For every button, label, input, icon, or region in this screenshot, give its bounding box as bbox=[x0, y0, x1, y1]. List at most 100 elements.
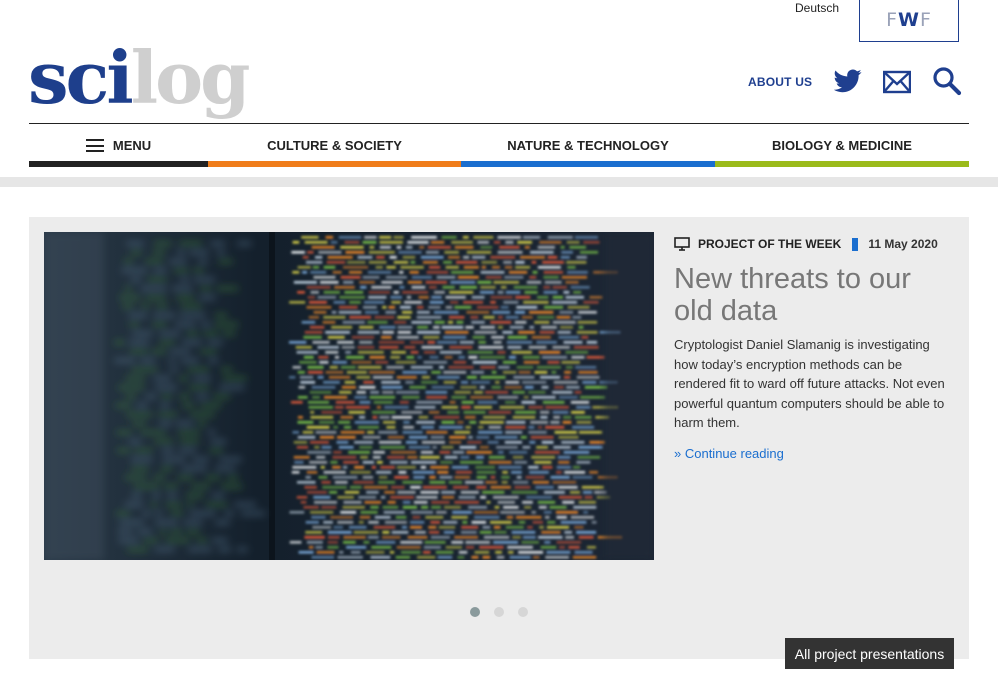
code-glyph bbox=[499, 246, 520, 249]
code-glyph bbox=[479, 531, 492, 534]
code-glyph bbox=[369, 396, 396, 399]
code-glyph bbox=[321, 481, 331, 484]
nav-nature-technology[interactable]: NATURE & TECHNOLOGY bbox=[461, 124, 715, 167]
code-glyph bbox=[368, 296, 387, 299]
blurred-code-glyph bbox=[186, 530, 200, 533]
fwf-partner-logo[interactable]: FWF bbox=[859, 0, 959, 42]
code-glyph bbox=[368, 371, 395, 374]
code-glyph bbox=[343, 461, 359, 464]
code-glyph bbox=[354, 396, 367, 399]
code-glyph bbox=[379, 326, 396, 329]
nav-biology-medicine[interactable]: BIOLOGY & MEDICINE bbox=[715, 124, 969, 167]
code-glyph bbox=[343, 426, 351, 429]
code-glyph bbox=[547, 521, 556, 524]
code-glyph bbox=[362, 241, 377, 244]
code-glyph bbox=[537, 501, 556, 504]
code-glyph bbox=[493, 281, 519, 284]
code-glyph bbox=[364, 501, 382, 504]
all-project-presentations-button[interactable]: All project presentations bbox=[785, 638, 954, 669]
code-glyph bbox=[559, 311, 574, 314]
code-glyph bbox=[394, 321, 407, 324]
code-glyph bbox=[524, 246, 530, 249]
feature-image-code-screen[interactable] bbox=[44, 232, 654, 560]
code-glyph bbox=[332, 361, 347, 364]
code-glyph bbox=[332, 476, 358, 479]
code-glyph bbox=[465, 546, 475, 549]
code-glyph bbox=[470, 316, 479, 319]
slider-dot-3[interactable] bbox=[518, 607, 528, 617]
code-glyph bbox=[479, 356, 506, 359]
code-glyph bbox=[492, 266, 500, 269]
code-glyph bbox=[498, 451, 504, 454]
code-glyph bbox=[420, 491, 439, 494]
code-glyph bbox=[289, 541, 302, 544]
slider-dot-1[interactable] bbox=[470, 607, 480, 617]
code-glyph bbox=[537, 266, 561, 269]
code-glyph bbox=[421, 381, 438, 384]
code-glyph bbox=[535, 486, 554, 489]
code-glyph bbox=[532, 481, 549, 484]
code-glyph bbox=[332, 456, 357, 459]
code-glyph bbox=[404, 301, 422, 304]
mail-icon[interactable] bbox=[883, 70, 911, 94]
code-glyph bbox=[313, 311, 327, 314]
feature-title[interactable]: New threats to our old data bbox=[674, 263, 934, 327]
about-us-link[interactable]: ABOUT US bbox=[748, 75, 812, 89]
code-glyph bbox=[292, 366, 301, 369]
code-glyph bbox=[325, 351, 339, 354]
blurred-code-glyph bbox=[152, 350, 167, 353]
code-glyph bbox=[429, 286, 437, 289]
code-glyph bbox=[430, 241, 445, 244]
category-label[interactable]: PROJECT OF THE WEEK bbox=[698, 237, 841, 251]
code-glyph bbox=[382, 506, 399, 509]
nav-culture-society[interactable]: CULTURE & SOCIETY bbox=[208, 124, 461, 167]
menu-label: MENU bbox=[112, 138, 152, 153]
language-switch-link[interactable]: Deutsch bbox=[795, 1, 839, 15]
menu-button[interactable]: MENU bbox=[29, 124, 208, 167]
slider-dot-2[interactable] bbox=[494, 607, 504, 617]
code-glyph bbox=[379, 446, 405, 449]
code-glyph bbox=[315, 431, 337, 434]
code-glyph bbox=[402, 396, 420, 399]
code-glyph bbox=[515, 296, 531, 299]
code-glyph bbox=[479, 546, 504, 549]
monitor-icon bbox=[674, 237, 690, 251]
code-glyph bbox=[496, 446, 518, 449]
code-glyph bbox=[471, 321, 485, 324]
code-glyph bbox=[349, 526, 367, 529]
blurred-code-glyph bbox=[126, 413, 152, 416]
code-glyph bbox=[480, 246, 493, 249]
continue-reading-link[interactable]: » Continue reading bbox=[674, 446, 784, 461]
code-glyph bbox=[333, 301, 346, 304]
scilog-logo[interactable]: sci log bbox=[28, 14, 250, 114]
blurred-code-glyph bbox=[159, 530, 167, 533]
blurred-code-glyph bbox=[125, 503, 143, 506]
code-glyph bbox=[441, 236, 457, 239]
code-glyph bbox=[344, 381, 356, 384]
code-glyph bbox=[482, 491, 505, 494]
code-glyph bbox=[536, 366, 561, 369]
code-glyph bbox=[464, 416, 476, 419]
code-glyph bbox=[497, 501, 515, 504]
code-glyph bbox=[505, 381, 520, 384]
code-glyph bbox=[378, 341, 405, 344]
code-glyph bbox=[563, 451, 590, 454]
code-glyph bbox=[410, 486, 421, 489]
code-glyph bbox=[359, 401, 371, 404]
code-glyph bbox=[490, 476, 496, 479]
blurred-code-glyph bbox=[152, 323, 167, 326]
code-glyph bbox=[418, 416, 429, 419]
code-glyph bbox=[451, 466, 469, 469]
code-glyph bbox=[302, 256, 309, 259]
code-glyph bbox=[516, 366, 534, 369]
code-glyph bbox=[303, 336, 322, 339]
code-glyph bbox=[360, 456, 368, 459]
code-glyph bbox=[304, 331, 323, 334]
twitter-icon[interactable] bbox=[834, 68, 862, 94]
code-glyph bbox=[368, 521, 379, 524]
blurred-code-glyph bbox=[182, 341, 203, 344]
blurred-code-glyph bbox=[132, 422, 146, 425]
search-icon[interactable] bbox=[932, 66, 962, 96]
code-glyph bbox=[336, 441, 349, 444]
code-glyph bbox=[379, 236, 392, 239]
